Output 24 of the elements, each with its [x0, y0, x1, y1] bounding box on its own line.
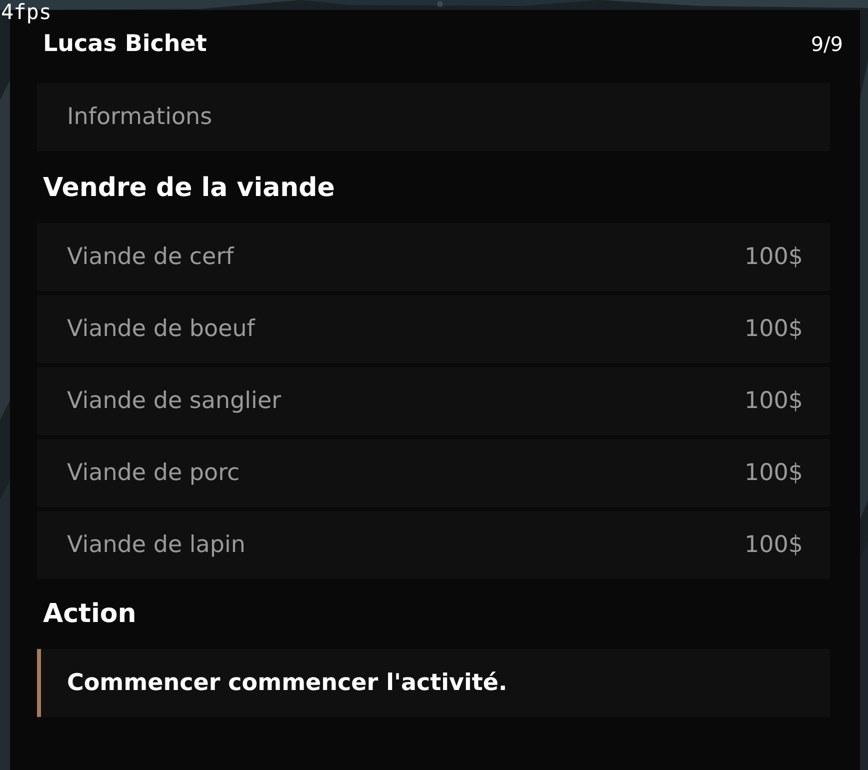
item-label: Viande de cerf [67, 244, 234, 270]
item-label: Commencer commencer l'activité. [67, 670, 508, 696]
menu-item[interactable]: Commencer commencer l'activité. [37, 649, 830, 717]
menu-item[interactable]: Viande de boeuf 100$ [37, 295, 830, 363]
item-price: 100$ [744, 532, 803, 558]
menu-item[interactable]: Viande de cerf 100$ [37, 223, 830, 291]
menu-item[interactable]: Viande de porc 100$ [37, 439, 830, 507]
item-label: Viande de lapin [67, 532, 246, 558]
item-price: 100$ [744, 388, 803, 414]
item-label: Viande de boeuf [67, 316, 255, 342]
menu-item[interactable]: Viande de sanglier 100$ [37, 367, 830, 435]
menu-title: Lucas Bichet [43, 31, 207, 57]
item-label: Informations [67, 104, 212, 130]
fps-counter: 4fps [1, 2, 52, 23]
item-label: Viande de sanglier [67, 388, 282, 414]
item-price: 100$ [744, 460, 803, 486]
menu-item[interactable]: Viande de lapin 100$ [37, 511, 830, 579]
menu-item[interactable]: Informations [37, 83, 830, 151]
item-label: Viande de porc [67, 460, 240, 486]
section-title: Action [42, 598, 138, 631]
item-price: 100$ [744, 244, 803, 270]
item-price: 100$ [744, 316, 803, 342]
section-title: Vendre de la viande [42, 172, 336, 205]
page-counter: 9/9 [810, 32, 844, 56]
